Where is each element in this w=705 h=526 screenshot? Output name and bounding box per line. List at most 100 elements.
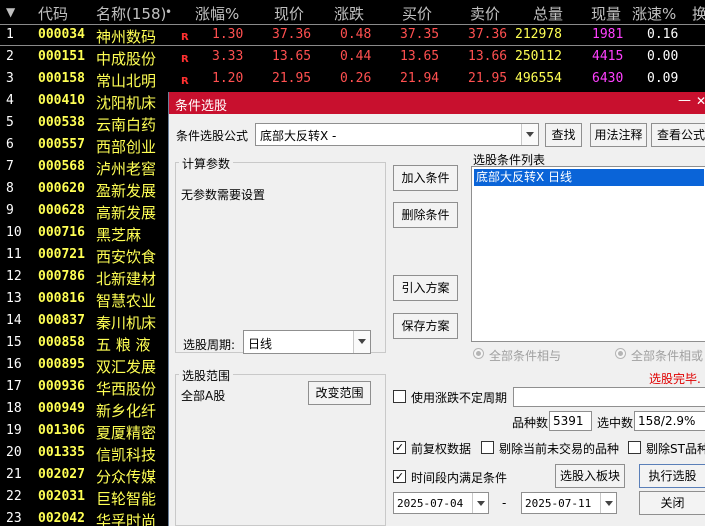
find-button[interactable]: 查找 (545, 123, 582, 147)
stock-code: 000410 (38, 93, 85, 108)
stock-code: 000568 (38, 159, 85, 174)
exclude-st-label: 剔除ST品种 (646, 442, 705, 456)
cell-vol: 496554 (515, 71, 562, 86)
cell-ask: 37.36 (468, 27, 508, 42)
row-index: 8 (6, 181, 14, 196)
header-name-dot: • (165, 5, 173, 19)
view-formula-button[interactable]: 查看公式 (651, 123, 705, 147)
status-text: 选股完毕. (649, 372, 701, 386)
change-scope-button[interactable]: 改变范围 (308, 381, 371, 405)
condition-list-item[interactable]: 底部大反转X 日线 (474, 169, 704, 186)
exclude-untraded-checkbox[interactable] (481, 441, 494, 454)
header-price[interactable]: 现价 (274, 3, 304, 24)
period-select[interactable]: 日线 (243, 330, 371, 354)
row-index: 5 (6, 115, 14, 130)
stock-code: 000837 (38, 313, 85, 328)
calendar-dropdown-icon[interactable] (600, 493, 616, 513)
cell-price: 21.95 (272, 71, 312, 86)
run-selection-button[interactable]: 执行选股 (639, 464, 705, 488)
header-volume[interactable]: 总量 (533, 3, 563, 24)
import-scheme-button[interactable]: 引入方案 (393, 275, 458, 301)
dialog-title-bar[interactable]: 条件选股 — ✕ (169, 92, 705, 114)
minimize-icon[interactable]: — (678, 93, 691, 108)
row-index: 11 (6, 247, 22, 262)
add-to-block-button[interactable]: 选股入板块 (555, 464, 625, 488)
row-index: 17 (6, 379, 22, 394)
stock-code: 000034 (38, 27, 85, 42)
stock-code: 000721 (38, 247, 85, 262)
close-button[interactable]: 关闭 (639, 491, 705, 515)
cell-change: 0.48 (340, 27, 372, 42)
radio-or-label: 全部条件相或 (631, 349, 704, 363)
delete-condition-button[interactable]: 删除条件 (393, 202, 458, 228)
formula-label: 条件选股公式 (176, 129, 249, 143)
header-ask[interactable]: 卖价 (470, 3, 500, 24)
start-date-picker[interactable]: 2025-07-04 (393, 492, 489, 514)
grid-header: ▼ 代码 名称(158) • 涨幅% 现价 涨跌 买价 卖价 总量 现量 涨速%… (0, 0, 705, 24)
stock-code: 000786 (38, 269, 85, 284)
table-row[interactable]: 1 000034 神州数码 R 1.30 37.36 0.48 37.35 37.36 21297… (0, 24, 705, 46)
formula-select[interactable]: 底部大反转X - (255, 123, 539, 146)
stock-name: 巨轮智能 (96, 490, 157, 508)
chevron-down-icon[interactable] (353, 331, 370, 353)
header-name[interactable]: 名称(158) (96, 3, 166, 24)
condition-list[interactable]: 底部大反转X 日线 (471, 166, 705, 342)
header-change[interactable]: 涨跌 (334, 3, 364, 24)
add-condition-button[interactable]: 加入条件 (393, 165, 458, 191)
cell-bid: 13.65 (400, 49, 440, 64)
row-index: 4 (6, 93, 14, 108)
exclude-st-checkbox[interactable] (628, 441, 641, 454)
close-icon[interactable]: ✕ (696, 94, 705, 108)
header-cur-vol[interactable]: 现量 (591, 3, 621, 24)
chevron-down-icon[interactable] (521, 124, 538, 145)
usage-notes-button[interactable]: 用法注释 (590, 123, 647, 147)
save-scheme-button[interactable]: 保存方案 (393, 313, 458, 339)
cell-speed: 0.00 (647, 49, 679, 64)
end-date-picker[interactable]: 2025-07-11 (521, 492, 617, 514)
row-index: 2 (6, 49, 14, 64)
start-date-value: 2025-07-04 (397, 497, 464, 510)
stock-code: 000936 (38, 379, 85, 394)
header-turnover[interactable]: 换 (692, 3, 705, 24)
formula-value: 底部大反转X - (260, 129, 337, 143)
header-speed[interactable]: 涨速% (632, 3, 676, 24)
cell-ask: 21.95 (468, 71, 508, 86)
radio-or[interactable] (615, 348, 626, 359)
count-value: 5391 (553, 414, 584, 428)
cell-vol: 212978 (515, 27, 562, 42)
table-row[interactable]: 2 000151 中成股份 R 3.33 13.65 0.44 13.65 13.66 25011… (0, 46, 705, 68)
exclude-untraded-label: 剔除当前未交易的品种 (499, 442, 620, 456)
time-range-checkbox[interactable]: ✓ (393, 470, 406, 483)
cell-bid: 21.94 (400, 71, 440, 86)
stock-name: 北新建材 (96, 270, 157, 288)
row-index: 22 (6, 489, 22, 504)
stock-code: 000158 (38, 71, 85, 86)
row-index: 12 (6, 269, 22, 284)
calendar-dropdown-icon[interactable] (472, 493, 488, 513)
stock-name: 双汇发展 (96, 358, 157, 376)
cell-cur: 4415 (592, 49, 624, 64)
adjusted-data-checkbox[interactable]: ✓ (393, 441, 406, 454)
stock-name: 分众传媒 (96, 468, 157, 486)
stock-code: 000949 (38, 401, 85, 416)
stock-code: 000858 (38, 335, 85, 350)
radio-and[interactable] (473, 348, 484, 359)
date-separator: - (502, 496, 507, 510)
use-uncertain-period-checkbox[interactable] (393, 390, 406, 403)
uncertain-period-field[interactable] (513, 387, 705, 407)
stock-name: 夏厦精密 (96, 424, 157, 442)
time-range-label: 时间段内满足条件 (411, 471, 508, 485)
stock-name: 泸州老窖 (96, 160, 157, 178)
stock-code: 000816 (38, 291, 85, 306)
selected-field: 158/2.9% (634, 411, 705, 431)
period-value: 日线 (248, 337, 273, 351)
stock-code: 000538 (38, 115, 85, 130)
stock-code: 000557 (38, 137, 85, 152)
table-row[interactable]: 3 000158 常山北明 R 1.20 21.95 0.26 21.94 21.95 49655… (0, 68, 705, 90)
header-pct[interactable]: 涨幅% (195, 3, 239, 24)
sort-arrow-icon[interactable]: ▼ (6, 5, 15, 19)
row-index: 6 (6, 137, 14, 152)
stock-name: 沈阳机床 (96, 94, 157, 112)
header-code[interactable]: 代码 (38, 3, 68, 24)
header-bid[interactable]: 买价 (402, 3, 432, 24)
